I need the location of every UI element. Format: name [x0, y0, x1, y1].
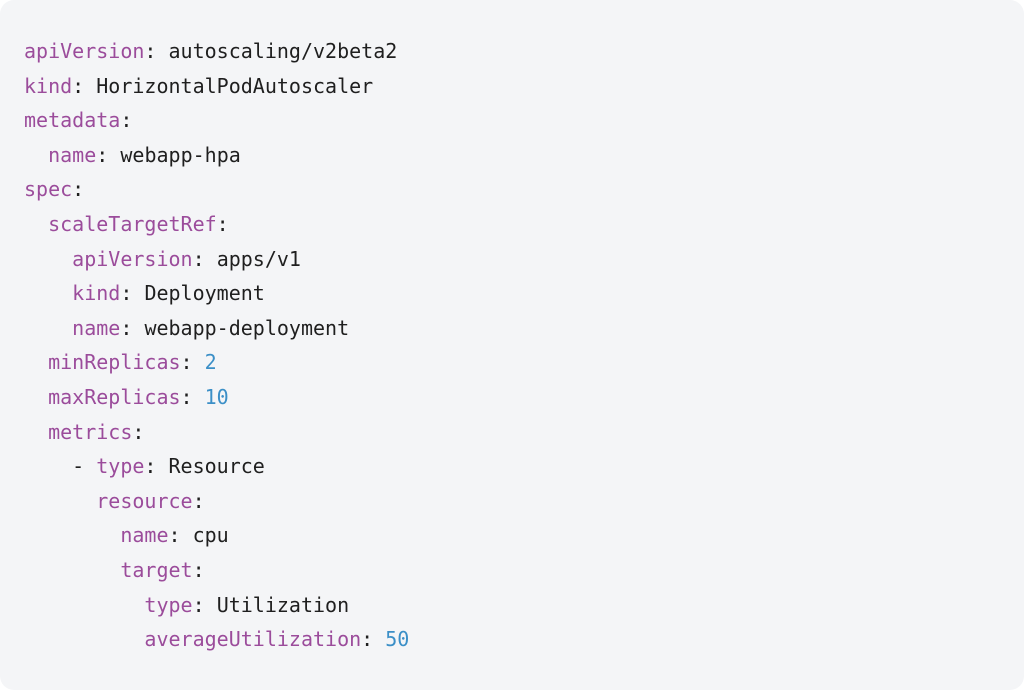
- yaml-number-value: 10: [204, 384, 229, 409]
- yaml-separator: :: [192, 592, 217, 617]
- yaml-string-value: HorizontalPodAutoscaler: [96, 73, 374, 98]
- yaml-key: apiVersion: [72, 246, 193, 271]
- yaml-separator: :: [180, 384, 205, 409]
- yaml-key: spec: [24, 177, 73, 202]
- code-line: resource:: [24, 484, 1024, 519]
- yaml-key: resource: [96, 488, 193, 513]
- code-line: name: cpu: [24, 518, 1024, 553]
- yaml-string-value: autoscaling/v2beta2: [168, 39, 398, 63]
- code-line: kind: HorizontalPodAutoscaler: [24, 69, 1024, 104]
- code-line: name: webapp-hpa: [24, 138, 1024, 173]
- code-line: type: Utilization: [24, 588, 1024, 623]
- yaml-separator: :: [72, 177, 85, 202]
- yaml-number-value: 2: [204, 350, 217, 375]
- code-line: - type: Resource: [24, 449, 1024, 484]
- yaml-string-value: webapp-hpa: [120, 142, 241, 167]
- code-lines: apiVersion: autoscaling/v2beta2 kind: Hor…: [24, 34, 1024, 657]
- yaml-separator: :: [144, 39, 169, 63]
- yaml-string-value: cpu: [192, 523, 229, 548]
- code-line: name: webapp-deployment: [24, 311, 1024, 346]
- yaml-separator: :: [120, 281, 145, 306]
- yaml-separator: :: [72, 73, 97, 98]
- yaml-string-value: apps/v1: [216, 246, 301, 271]
- yaml-number-value: 50: [385, 627, 410, 652]
- yaml-separator: :: [180, 350, 205, 375]
- code-line: target:: [24, 553, 1024, 588]
- yaml-key: kind: [24, 73, 73, 98]
- yaml-key: type: [96, 454, 145, 479]
- yaml-string-value: Deployment: [144, 281, 265, 306]
- yaml-key: scaleTargetRef: [48, 211, 217, 236]
- code-line: minReplicas: 2: [24, 345, 1024, 380]
- yaml-key: target: [120, 557, 193, 582]
- code-line: apiVersion: apps/v1: [24, 242, 1024, 277]
- code-line: maxReplicas: 10: [24, 380, 1024, 415]
- yaml-key: minReplicas: [48, 350, 181, 375]
- code-block: apiVersion: autoscaling/v2beta2 kind: Hor…: [0, 0, 1024, 690]
- yaml-separator: :: [132, 419, 145, 444]
- yaml-string-value: Resource: [168, 454, 265, 479]
- code-line: averageUtilization: 50: [24, 622, 1024, 657]
- yaml-separator: :: [216, 211, 229, 236]
- yaml-key: type: [144, 592, 193, 617]
- code-line: metadata:: [24, 103, 1024, 138]
- yaml-separator: :: [192, 557, 205, 582]
- yaml-key: maxReplicas: [48, 384, 181, 409]
- yaml-key: name: [72, 315, 121, 340]
- yaml-key: averageUtilization: [144, 627, 362, 652]
- yaml-separator: :: [168, 523, 193, 548]
- yaml-key: metadata: [24, 108, 121, 133]
- yaml-separator: :: [96, 142, 121, 167]
- yaml-separator: :: [120, 315, 145, 340]
- yaml-key: name: [120, 523, 169, 548]
- code-indent: -: [24, 454, 97, 479]
- yaml-key: metrics: [48, 419, 133, 444]
- yaml-key: name: [48, 142, 97, 167]
- yaml-separator: :: [120, 108, 133, 133]
- code-line: spec:: [24, 172, 1024, 207]
- yaml-separator: :: [192, 488, 205, 513]
- yaml-separator: :: [192, 246, 217, 271]
- code-line: apiVersion: autoscaling/v2beta2: [24, 34, 1024, 69]
- yaml-key: kind: [72, 281, 121, 306]
- yaml-string-value: Utilization: [216, 592, 350, 617]
- yaml-separator: :: [361, 627, 386, 652]
- code-line: kind: Deployment: [24, 276, 1024, 311]
- yaml-string-value: webapp-deployment: [144, 315, 350, 340]
- yaml-key: apiVersion: [24, 39, 145, 63]
- code-line: scaleTargetRef:: [24, 207, 1024, 242]
- code-line: metrics:: [24, 415, 1024, 450]
- yaml-separator: :: [144, 454, 169, 479]
